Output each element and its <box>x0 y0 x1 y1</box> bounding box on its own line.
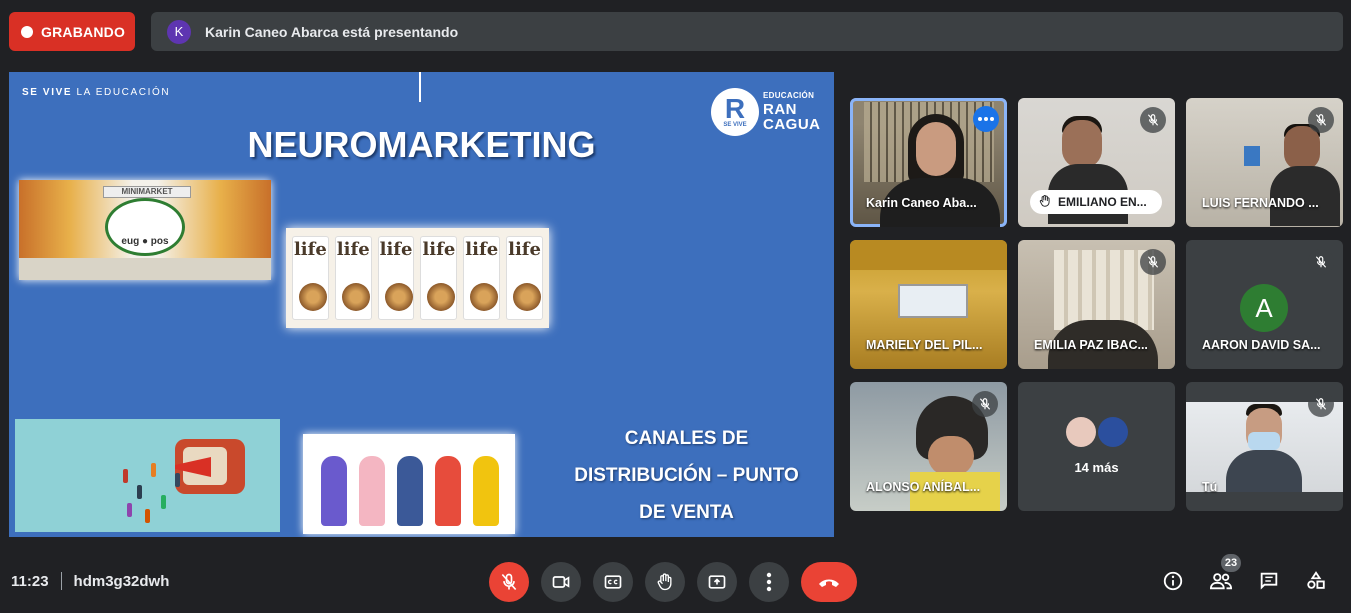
camera-toggle-button[interactable] <box>541 562 581 602</box>
avatar <box>1066 417 1096 447</box>
present-icon <box>708 575 726 589</box>
participant-name: Karin Caneo Aba... <box>866 196 977 210</box>
meeting-code[interactable]: hdm3g32dwh <box>74 573 170 590</box>
more-participants-count: 14 más <box>1074 460 1119 475</box>
meeting-details-button[interactable] <box>1160 568 1186 594</box>
presenting-banner: K Karin Caneo Abarca está presentando <box>151 12 1343 51</box>
raise-hand-icon <box>1038 194 1052 211</box>
people-icon <box>1209 573 1233 590</box>
more-options-icon[interactable] <box>973 106 999 132</box>
crowd-illustration <box>115 459 195 524</box>
participant-count-badge: 23 <box>1221 554 1241 572</box>
activities-button[interactable] <box>1303 568 1329 594</box>
mic-toggle-button[interactable] <box>489 562 529 602</box>
more-options-button[interactable] <box>749 562 789 602</box>
participant-tile-self[interactable]: Tú <box>1186 382 1343 511</box>
raised-hand-chip: EMILIANO EN... <box>1030 190 1162 214</box>
minimarket-image: MINIMARKET eug ● pos <box>19 180 271 280</box>
participant-name: Tú <box>1202 480 1218 494</box>
recording-badge[interactable]: GRABANDO <box>9 12 135 51</box>
divider <box>60 572 62 590</box>
presenter-avatar: K <box>167 19 191 44</box>
mic-off-icon <box>1308 107 1334 133</box>
minimarket-sign: MINIMARKET <box>103 186 191 198</box>
participant-name: EMILIA PAZ IBAC... <box>1034 338 1148 352</box>
mic-off-icon <box>1308 249 1334 275</box>
more-options-icon <box>766 572 772 592</box>
meeting-time: 11:23 <box>11 572 49 590</box>
students-image <box>303 434 515 534</box>
participant-name: ALONSO ANÍBAL... <box>866 480 981 494</box>
presenting-text: Karin Caneo Abarca está presentando <box>205 23 459 40</box>
activities-icon <box>1307 571 1325 589</box>
eugpos-logo: eug ● pos <box>105 198 185 256</box>
chat-button[interactable] <box>1256 568 1282 594</box>
text-cursor <box>419 72 421 102</box>
chat-icon <box>1260 572 1278 590</box>
participant-tile-mariely[interactable]: MARIELY DEL PIL... <box>850 240 1007 369</box>
slide-title: NEUROMARKETING <box>247 124 596 165</box>
more-participants-avatars <box>1066 417 1128 447</box>
raise-hand-button[interactable] <box>645 562 685 602</box>
recording-label: GRABANDO <box>41 23 126 40</box>
end-call-button[interactable] <box>801 562 857 602</box>
mic-off-icon <box>1140 107 1166 133</box>
participant-name: LUIS FERNANDO ... <box>1202 196 1319 210</box>
present-now-button[interactable] <box>697 562 737 602</box>
mic-off-icon <box>501 573 517 591</box>
end-call-icon <box>819 579 839 587</box>
raise-hand-icon <box>657 573 672 591</box>
mic-off-icon <box>972 391 998 417</box>
presentation-slide[interactable]: SE VIVE LA EDUCACIÓN NEUROMARKETING R SE… <box>9 72 834 537</box>
participant-tile-karin[interactable]: Karin Caneo Aba... <box>850 98 1007 227</box>
participant-avatar: A <box>1240 284 1288 332</box>
participant-tile-aaron[interactable]: A AARON DAVID SA... <box>1186 240 1343 369</box>
meeting-info: 11:23 hdm3g32dwh <box>11 572 169 590</box>
participant-tile-luis[interactable]: LUIS FERNANDO ... <box>1186 98 1343 227</box>
participant-name: MARIELY DEL PIL... <box>866 338 983 352</box>
slide-subtitle: CANALES DE DISTRIBUCIÓN – PUNTO DE VENTA <box>574 428 799 523</box>
rancagua-logo-text: EDUCACIÓN RAN CAGUA <box>763 91 821 133</box>
captions-icon <box>604 575 622 589</box>
participant-tile-more[interactable]: 14 más <box>1018 382 1175 511</box>
participant-name: AARON DAVID SA... <box>1202 338 1321 352</box>
recording-dot-icon <box>21 25 33 38</box>
meet-window: GRABANDO K Karin Caneo Abarca está prese… <box>0 0 1351 613</box>
captions-button[interactable] <box>593 562 633 602</box>
info-icon <box>1163 571 1183 591</box>
life-cereal-image: life life life life life life <box>286 228 549 328</box>
camera-icon <box>552 576 570 588</box>
mic-off-icon <box>1308 391 1334 417</box>
participant-tile-emiliano[interactable]: EMILIANO EN... <box>1018 98 1175 227</box>
mic-off-icon <box>1140 249 1166 275</box>
participant-tile-alonso[interactable]: ALONSO ANÍBAL... <box>850 382 1007 511</box>
rancagua-logo: R SE VIVE <box>711 88 759 136</box>
slide-tagline: SE VIVE LA EDUCACIÓN <box>22 87 171 98</box>
tv-megaphone-image <box>15 419 280 532</box>
avatar <box>1098 417 1128 447</box>
participant-tile-emilia[interactable]: EMILIA PAZ IBAC... <box>1018 240 1175 369</box>
